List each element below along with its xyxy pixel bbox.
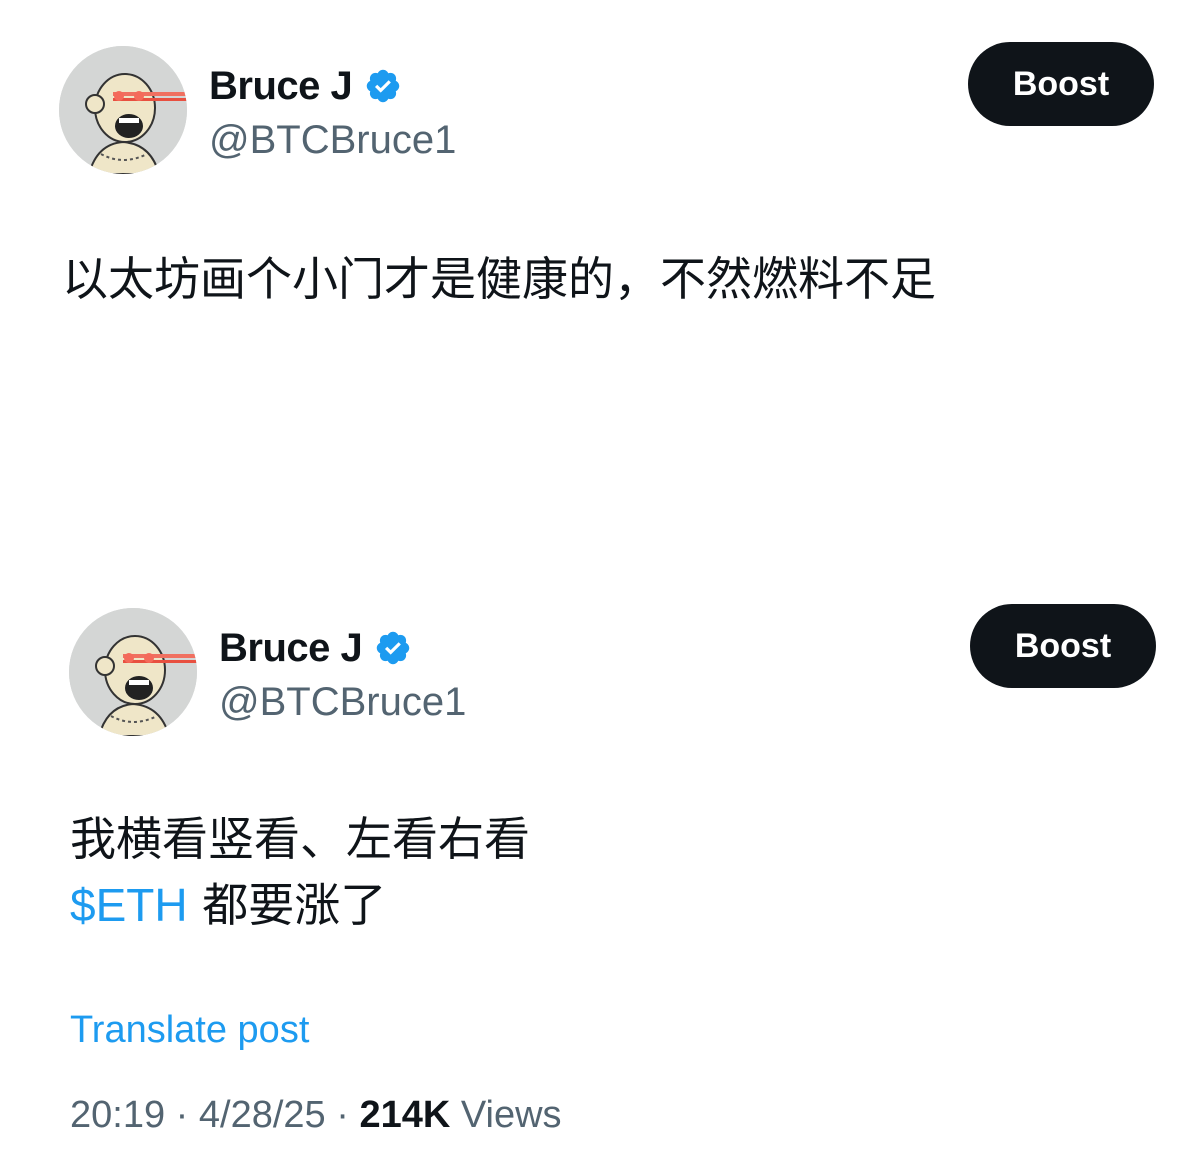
post-metadata: 20:19 · 4/28/25 · 214K Views (70, 1096, 562, 1134)
author-avatar[interactable] (69, 608, 197, 736)
post-2: Bruce J @BTCBruce1 Boost 我横看竖看、左看右看 $ETH… (0, 0, 1200, 1175)
views-label: Views (460, 1094, 562, 1136)
author-display-name[interactable]: Bruce J (219, 628, 363, 668)
author-handle[interactable]: @BTCBruce1 (219, 682, 466, 722)
translate-post-link[interactable]: Translate post (70, 1011, 309, 1049)
views-count: 214K (359, 1094, 451, 1136)
post-time[interactable]: 20:19 (70, 1094, 165, 1136)
post-text-line: 我横看竖看、左看右看 (70, 812, 530, 866)
post-date[interactable]: 4/28/25 (199, 1094, 326, 1136)
post-text: 我横看竖看、左看右看 $ETH 都要涨了 (70, 806, 530, 938)
post-text-line: $ETH 都要涨了 (70, 872, 530, 938)
verified-badge-icon (374, 629, 412, 667)
cashtag-link[interactable]: $ETH (70, 879, 188, 931)
post-text-rest: 都要涨了 (202, 878, 387, 932)
boost-button[interactable]: Boost (970, 604, 1156, 688)
separator: · (175, 1094, 189, 1136)
separator: · (336, 1094, 349, 1136)
author-name-row[interactable]: Bruce J (219, 628, 412, 668)
